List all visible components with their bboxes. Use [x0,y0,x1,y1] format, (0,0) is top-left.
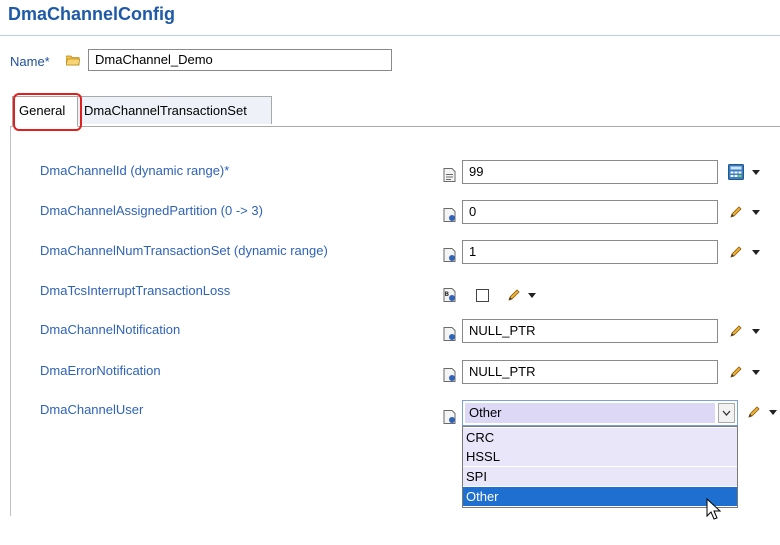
dma-channel-user-options: CRC HSSL SPI Other [462,426,738,508]
tab-highlight-box [13,93,82,131]
dma-channel-id-input[interactable]: 99 [462,160,718,184]
pencil-icon[interactable] [746,404,762,420]
dma-channel-user-select[interactable]: Other [462,400,738,426]
panel-left-border [10,126,11,516]
parameter-icon [443,410,456,424]
tab-dma-channel-transaction-set[interactable]: DmaChannelTransactionSet [78,96,272,124]
dma-channel-user-selected-value: Other [465,403,715,423]
option-crc[interactable]: CRC [463,428,737,447]
page-title: DmaChannelConfig [8,4,176,24]
chevron-down-icon [722,410,731,416]
dma-error-notification-label: DmaErrorNotification [40,363,161,378]
svg-text:B: B [445,291,450,298]
folder-icon[interactable] [66,55,80,66]
name-label: Name* [10,54,50,69]
pencil-icon[interactable] [506,287,522,303]
dropdown-toggle-button[interactable] [718,403,735,423]
pencil-icon[interactable] [728,364,744,380]
dma-channel-num-transaction-set-input[interactable]: 1 [462,240,718,264]
dma-error-notification-input[interactable]: NULL_PTR [462,360,718,384]
option-other[interactable]: Other [463,487,737,506]
pencil-icon[interactable] [728,204,744,220]
mouse-pointer-icon [706,498,722,520]
chevron-down-icon[interactable] [769,410,777,415]
pencil-icon[interactable] [728,244,744,260]
boolean-parameter-icon: B [443,288,456,302]
dma-channel-num-transaction-set-label: DmaChannelNumTransactionSet (dynamic ran… [40,243,328,258]
chevron-down-icon[interactable] [752,210,760,215]
chevron-down-icon[interactable] [528,293,536,298]
parameter-icon [443,168,456,182]
parameter-icon [443,327,456,341]
name-input[interactable]: DmaChannel_Demo [88,49,392,71]
dma-tcs-interrupt-transaction-loss-label: DmaTcsInterruptTransactionLoss [40,283,231,298]
parameter-icon [443,208,456,222]
chevron-down-icon[interactable] [752,329,760,334]
dma-channel-notification-input[interactable]: NULL_PTR [462,319,718,343]
title-divider [0,35,780,36]
dma-channel-user-label: DmaChannelUser [40,402,144,417]
option-spi[interactable]: SPI [463,467,737,486]
chevron-down-icon[interactable] [752,370,760,375]
dma-channel-assigned-partition-label: DmaChannelAssignedPartition (0 -> 3) [40,203,263,218]
chevron-down-icon[interactable] [752,170,760,175]
dma-channel-id-label: DmaChannelId (dynamic range)* [40,163,230,178]
calculator-icon[interactable] [728,164,744,180]
dma-channel-assigned-partition-input[interactable]: 0 [462,200,718,224]
chevron-down-icon[interactable] [752,250,760,255]
pencil-icon[interactable] [728,323,744,339]
parameter-icon [443,248,456,262]
dma-channel-notification-label: DmaChannelNotification [40,322,181,337]
parameter-icon [443,368,456,382]
option-hssl[interactable]: HSSL [463,447,737,466]
dma-tcs-interrupt-transaction-loss-checkbox[interactable] [476,289,489,302]
tab-bar: General DmaChannelTransactionSet [10,96,780,127]
